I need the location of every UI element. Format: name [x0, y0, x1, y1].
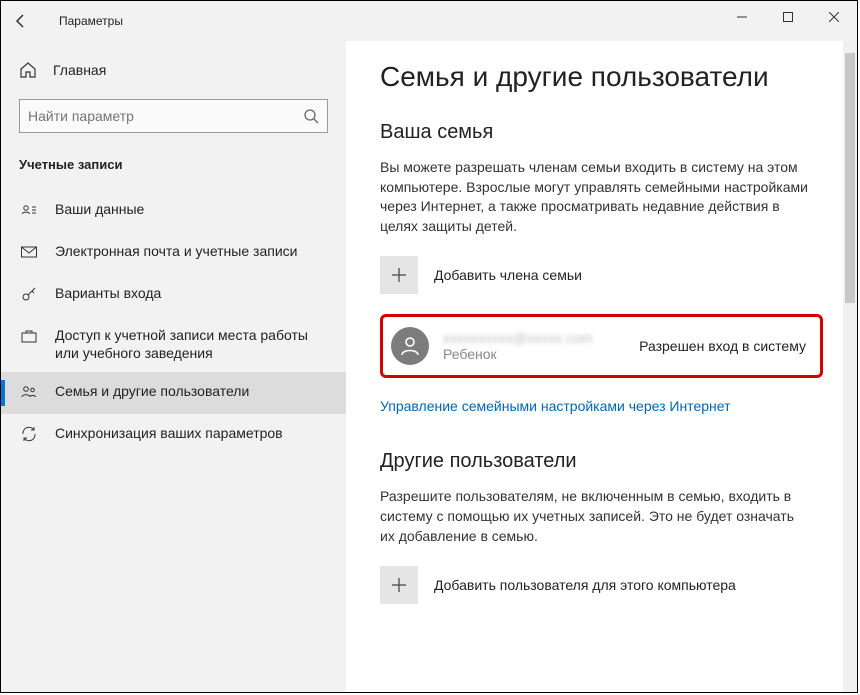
nav-label: Синхронизация ваших параметров	[55, 424, 328, 442]
sync-icon	[19, 425, 39, 443]
titlebar: Параметры	[1, 1, 857, 41]
plus-tile	[380, 256, 418, 294]
nav-email-accounts[interactable]: Электронная почта и учетные записи	[1, 232, 346, 274]
close-icon	[829, 12, 839, 22]
sidebar: Главная Учетные записи Ваши данные Элект…	[1, 41, 346, 692]
nav-your-data[interactable]: Ваши данные	[1, 190, 346, 232]
nav-work-school[interactable]: Доступ к учетной записи места работы или…	[1, 316, 346, 372]
people-icon	[19, 383, 39, 401]
plus-icon	[390, 266, 408, 284]
add-family-label: Добавить члена семьи	[434, 267, 582, 283]
member-status: Разрешен вход в систему	[639, 338, 806, 354]
home-icon	[19, 61, 37, 79]
nav-label: Доступ к учетной записи места работы или…	[55, 326, 328, 362]
search-wrap	[19, 99, 328, 133]
settings-window: Параметры Главная	[0, 0, 858, 693]
back-button[interactable]	[1, 1, 41, 41]
search-field[interactable]	[28, 108, 303, 124]
member-email: xxxxxxxxxx@xxxxx.com	[443, 330, 593, 346]
add-family-button[interactable]: Добавить члена семьи	[380, 256, 823, 294]
key-icon	[19, 285, 39, 303]
search-input[interactable]	[19, 99, 328, 133]
plus-tile	[380, 566, 418, 604]
maximize-icon	[783, 12, 793, 22]
minimize-button[interactable]	[719, 1, 765, 33]
avatar	[391, 327, 429, 365]
member-text: xxxxxxxxxx@xxxxx.com Ребенок	[443, 330, 593, 362]
arrow-left-icon	[13, 13, 29, 29]
add-other-user-button[interactable]: Добавить пользователя для этого компьюте…	[380, 566, 823, 604]
add-other-label: Добавить пользователя для этого компьюте…	[434, 577, 736, 593]
close-button[interactable]	[811, 1, 857, 33]
home-label: Главная	[53, 62, 106, 78]
nav: Ваши данные Электронная почта и учетные …	[1, 190, 346, 456]
nav-label: Варианты входа	[55, 284, 328, 302]
home-link[interactable]: Главная	[1, 51, 346, 89]
mail-icon	[19, 243, 39, 261]
family-member-row[interactable]: xxxxxxxxxx@xxxxx.com Ребенок Разрешен вх…	[380, 314, 823, 378]
others-section-title: Другие пользователи	[380, 450, 823, 473]
window-title: Параметры	[59, 14, 123, 28]
family-section-title: Ваша семья	[380, 121, 823, 144]
scroll-thumb[interactable]	[845, 53, 855, 303]
nav-label: Семья и другие пользователи	[55, 382, 328, 400]
nav-family-users[interactable]: Семья и другие пользователи	[1, 372, 346, 414]
window-controls	[719, 1, 857, 33]
maximize-button[interactable]	[765, 1, 811, 33]
nav-label: Ваши данные	[55, 200, 328, 218]
content: Семья и другие пользователи Ваша семья В…	[346, 41, 857, 692]
nav-signin-options[interactable]: Варианты входа	[1, 274, 346, 316]
family-description: Вы можете разрешать членам семьи входить…	[380, 158, 810, 236]
category-title: Учетные записи	[1, 151, 346, 190]
person-icon	[398, 334, 422, 358]
body: Главная Учетные записи Ваши данные Элект…	[1, 41, 857, 692]
minimize-icon	[737, 12, 747, 22]
others-description: Разрешите пользователям, не включенным в…	[380, 487, 810, 546]
manage-family-link[interactable]: Управление семейными настройками через И…	[380, 398, 730, 414]
page-title: Семья и другие пользователи	[380, 61, 823, 93]
member-role: Ребенок	[443, 346, 593, 362]
nav-sync[interactable]: Синхронизация ваших параметров	[1, 414, 346, 456]
person-card-icon	[19, 201, 39, 219]
nav-label: Электронная почта и учетные записи	[55, 242, 328, 260]
scrollbar[interactable]	[843, 41, 857, 692]
search-icon	[303, 108, 319, 124]
plus-icon	[390, 576, 408, 594]
briefcase-icon	[19, 327, 39, 345]
